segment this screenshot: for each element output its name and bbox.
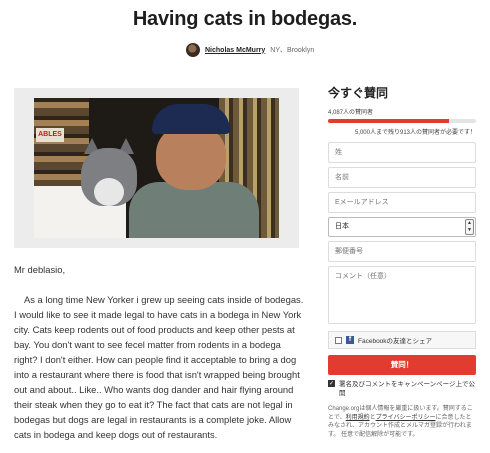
sign-panel: 今すぐ賛同 4,087人の賛同者 5,000人まで残り913人の賛同者が必要です… <box>328 84 476 438</box>
comment-textarea[interactable] <box>328 266 476 324</box>
legal-notice: Change.orgは個人情報を厳重に扱います。賛同することで、利用規約とプライ… <box>328 406 473 438</box>
postal-code-input[interactable] <box>328 241 476 262</box>
progress-bar <box>328 119 476 123</box>
consent-label: 署名及びコメントをキャンペーンページ上で公開 <box>339 381 476 397</box>
sign-button[interactable]: 賛同！ <box>328 355 476 375</box>
select-arrows-icon: ▲ ▼ <box>465 219 474 235</box>
first-name-input[interactable] <box>328 167 476 188</box>
consent-checkbox[interactable]: ✓ <box>328 380 335 387</box>
country-select-value: 日本 <box>335 223 349 230</box>
terms-link[interactable]: 利用規約 <box>346 415 370 421</box>
author-info: Nicholas McMurry NY、Brooklyn <box>186 43 314 57</box>
facebook-icon: f <box>346 336 354 344</box>
facebook-share-toggle[interactable]: f Facebookの友達とシェア <box>328 331 476 349</box>
avatar <box>186 43 200 57</box>
facebook-checkbox[interactable] <box>335 336 342 344</box>
letter-greeting: Mr deblasio, <box>14 264 66 275</box>
author-name-link[interactable]: Nicholas McMurry <box>205 47 265 54</box>
goal-text: 5,000人まで残り913人の賛同者が必要です！ <box>354 130 476 136</box>
petition-title: Having cats in bodegas. <box>132 8 358 30</box>
progress-fill <box>328 119 450 123</box>
country-select[interactable]: 日本 ▲ ▼ <box>328 217 476 237</box>
last-name-input[interactable] <box>328 142 476 163</box>
sign-panel-title: 今すぐ賛同 <box>328 86 389 100</box>
email-input[interactable] <box>328 192 476 213</box>
supporter-count: 4,087人の賛同者 <box>328 110 374 116</box>
author-location: NY、Brooklyn <box>270 47 315 54</box>
facebook-share-label: Facebookの友達とシェア <box>358 338 433 345</box>
petition-photo-frame: ABLES <box>14 88 299 248</box>
letter-body: As a long time New Yorker i grew up seei… <box>14 294 304 440</box>
public-consent[interactable]: ✓ 署名及びコメントをキャンペーンページ上で公開 <box>328 380 476 398</box>
petition-letter: Mr deblasio, As a long time New Yorker i… <box>14 262 304 442</box>
privacy-link[interactable]: プライバシーポリシー <box>376 415 436 421</box>
petition-photo: ABLES <box>34 98 279 238</box>
photo-sign: ABLES <box>36 128 64 142</box>
